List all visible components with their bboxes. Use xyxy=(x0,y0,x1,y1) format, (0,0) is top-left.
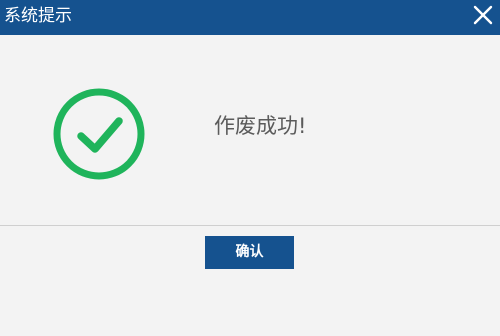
close-icon[interactable] xyxy=(472,4,494,26)
system-prompt-dialog: 系统提示 作废成功! 确认 xyxy=(0,0,500,336)
divider xyxy=(0,225,500,226)
confirm-button[interactable]: 确认 xyxy=(205,236,294,269)
dialog-body: 作废成功! xyxy=(0,35,500,225)
status-message: 作废成功! xyxy=(214,114,307,138)
check-circle-icon xyxy=(51,86,147,182)
dialog-titlebar: 系统提示 xyxy=(0,0,500,35)
dialog-title: 系统提示 xyxy=(4,6,72,26)
